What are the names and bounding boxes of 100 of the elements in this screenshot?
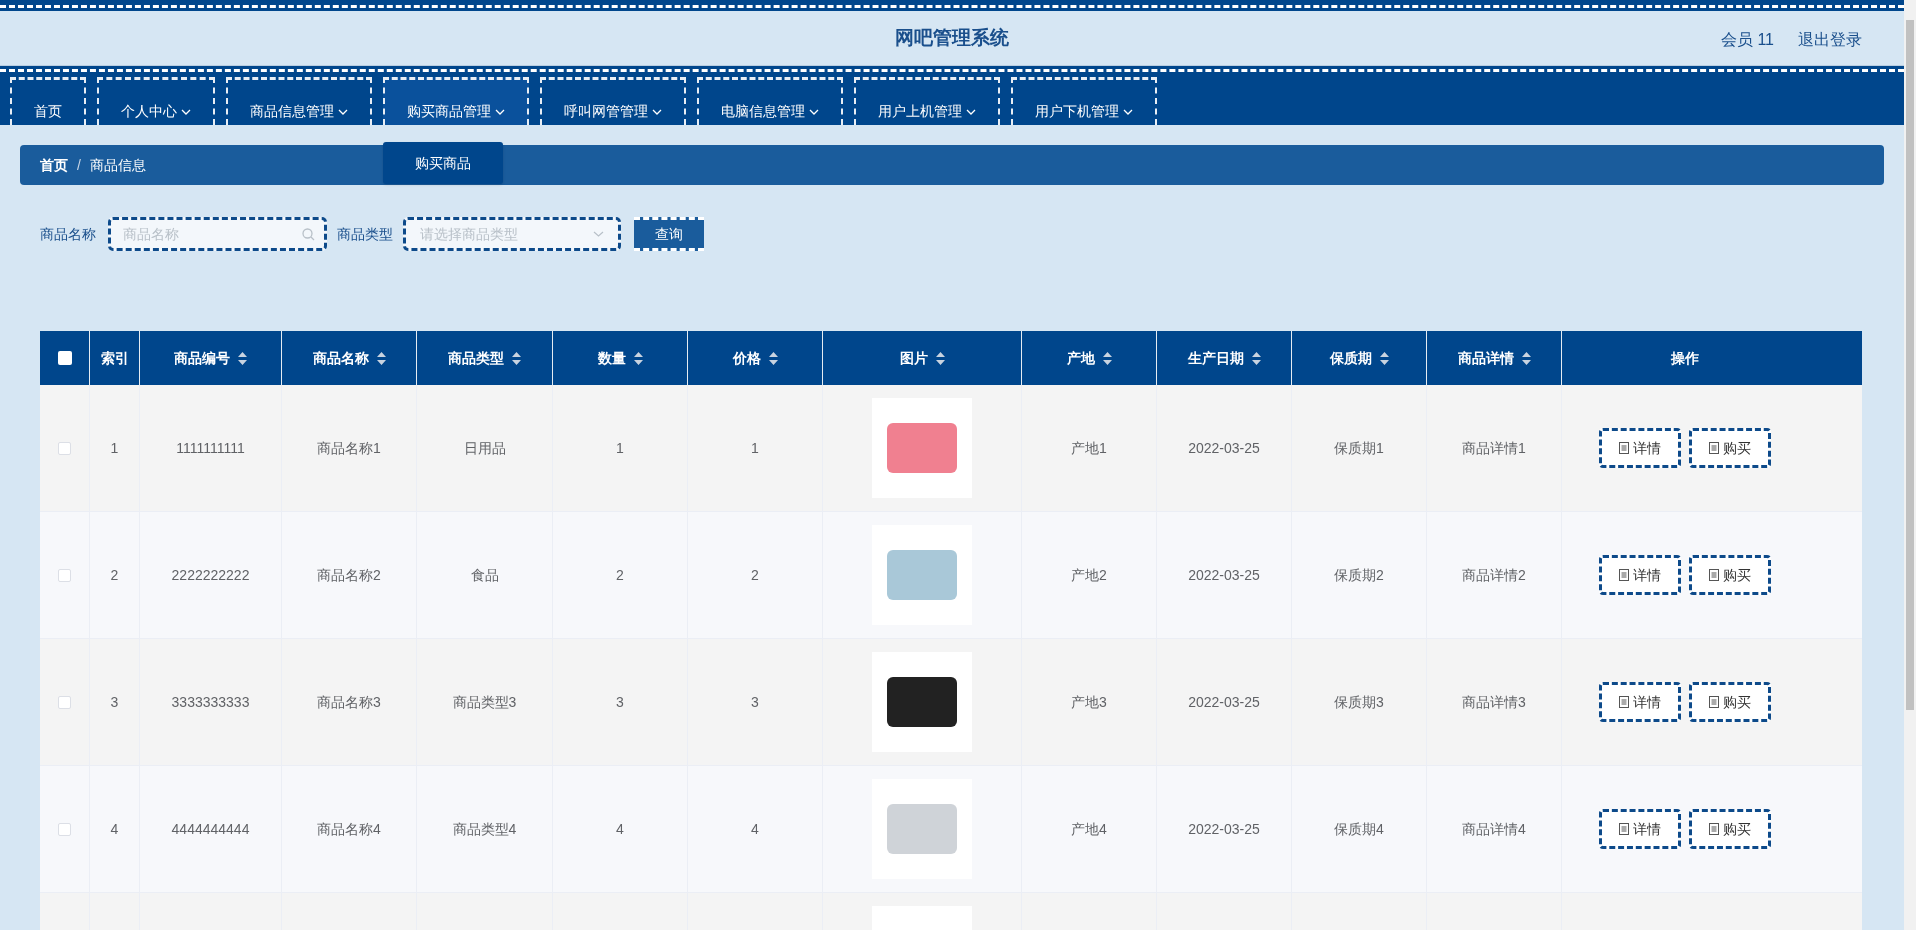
table-cell-text: 2022-03-25 [1188, 565, 1260, 585]
document-icon [1708, 823, 1719, 835]
nav-tab[interactable]: 个人中心 [97, 77, 215, 125]
row-checkbox[interactable] [58, 822, 71, 836]
search-icon [302, 228, 315, 241]
table-cell-text: 4444444444 [171, 819, 250, 839]
action-button[interactable]: 详情 [1598, 555, 1681, 595]
table-cell-text: 1111111111 [176, 438, 245, 458]
table-cell-text: 1 [751, 438, 759, 458]
table-cell-text: 2022-03-25 [1188, 692, 1260, 712]
document-icon [1618, 696, 1629, 708]
table-cell-text: 商品名称2 [317, 565, 381, 585]
table-cell-text: 商品详情2 [1462, 565, 1526, 585]
field-label: 商品类型 [337, 224, 393, 244]
action-button[interactable]: 详情 [1598, 428, 1681, 468]
table-cell-text: 商品类型4 [452, 819, 517, 839]
action-button[interactable]: 购买 [1688, 809, 1771, 849]
scrollbar[interactable] [1904, 0, 1916, 930]
document-icon [1708, 696, 1719, 708]
nav-tab[interactable]: 用户下机管理 [1011, 77, 1157, 125]
table-cell-text: 食品 [470, 565, 499, 585]
breadcrumb-link[interactable]: 商品信息 [89, 154, 146, 176]
table-cell-text: 2022-03-25 [1188, 819, 1260, 839]
table-cell-text: 1 [616, 438, 624, 458]
sort-icon [512, 351, 521, 365]
sort-icon [1102, 351, 1112, 365]
chevron-down-icon [338, 108, 348, 115]
row-checkbox[interactable] [58, 568, 71, 582]
table-cell-text: 日用品 [463, 438, 506, 458]
sort-icon [1521, 351, 1531, 365]
table-cell-text: 保质期1 [1334, 438, 1384, 458]
table-cell-text: 商品详情1 [1462, 438, 1526, 458]
table-cell-text: 2 [616, 565, 624, 585]
action-button[interactable]: 购买 [1688, 682, 1771, 722]
chevron-down-icon [593, 231, 604, 237]
table-cell-text: 3333333333 [171, 692, 250, 712]
table-cell-text: 商品详情4 [1462, 819, 1526, 839]
action-button[interactable]: 购买 [1688, 428, 1771, 468]
document-icon [1618, 823, 1629, 835]
document-icon [1618, 442, 1629, 454]
field-label: 商品名称 [40, 224, 96, 244]
column-header[interactable]: 生产日期 [1187, 347, 1244, 369]
query-button[interactable]: 查询 [634, 217, 704, 251]
table-cell-text: 商品类型3 [452, 692, 517, 712]
nav-tab[interactable]: 购买商品管理 [383, 77, 529, 125]
column-header[interactable]: 商品类型 [448, 347, 504, 369]
table-cell-text: 保质期4 [1334, 819, 1384, 839]
table-cell-text: 3 [751, 692, 759, 712]
row-checkbox[interactable] [58, 441, 71, 455]
column-header[interactable]: 数量 [597, 347, 626, 369]
chevron-down-icon [1123, 108, 1133, 115]
nav-tab[interactable]: 电脑信息管理 [697, 77, 843, 125]
sort-icon [935, 351, 945, 365]
column-header[interactable]: 商品详情 [1457, 347, 1514, 369]
table-cell-text: 4 [110, 819, 119, 839]
table-cell-text: 产地1 [1071, 438, 1107, 458]
action-button[interactable]: 详情 [1598, 809, 1681, 849]
table-cell-text: 商品名称4 [317, 819, 381, 839]
table-cell-text: 商品名称3 [317, 692, 381, 712]
chevron-down-icon [181, 108, 191, 115]
table-cell-text: 1 [110, 438, 119, 458]
column-header[interactable]: 产地 [1066, 347, 1095, 369]
app-title: 网吧管理系统 [895, 25, 1009, 50]
nav-tab[interactable]: 首页 [10, 77, 86, 125]
sort-icon [633, 351, 643, 365]
column-header[interactable]: 商品编号 [174, 347, 230, 369]
table-cell-text: 4 [751, 819, 759, 839]
table-cell-text: 2 [751, 565, 759, 585]
column-header[interactable]: 价格 [732, 347, 761, 369]
table-cell-text: 4 [616, 819, 624, 839]
row-checkbox[interactable] [58, 695, 71, 709]
search-field[interactable]: 商品名称 [108, 217, 327, 251]
sort-icon [1379, 351, 1389, 365]
action-button[interactable]: 购买 [1688, 555, 1771, 595]
chevron-down-icon [966, 108, 976, 115]
table-cell-text: 3 [616, 692, 624, 712]
table-cell-text: 3 [110, 692, 119, 712]
document-icon [1708, 569, 1719, 581]
breadcrumb-separator: / [77, 155, 81, 175]
column-header[interactable]: 操作 [1670, 347, 1699, 369]
sort-icon [238, 351, 247, 365]
dropdown-item[interactable]: 购买商品 [383, 142, 503, 184]
table-cell-text: 商品详情3 [1462, 692, 1526, 712]
column-header[interactable]: 保质期 [1329, 347, 1372, 369]
sort-icon [376, 351, 386, 365]
nav-tab[interactable]: 呼叫网管管理 [540, 77, 686, 125]
nav-tab[interactable]: 用户上机管理 [854, 77, 1000, 125]
nav-tab[interactable]: 商品信息管理 [226, 77, 372, 125]
logout-link[interactable]: 退出登录 [1798, 28, 1862, 52]
action-button[interactable]: 详情 [1598, 682, 1681, 722]
breadcrumb-link[interactable]: 首页 [40, 154, 68, 176]
table-cell-text: 保质期3 [1334, 692, 1384, 712]
select-all-checkbox[interactable] [57, 351, 72, 365]
chevron-down-icon [495, 108, 505, 115]
document-icon [1708, 442, 1719, 454]
column-header[interactable]: 图片 [899, 347, 928, 369]
sort-icon [768, 351, 778, 365]
column-header[interactable]: 商品名称 [312, 347, 369, 369]
column-header[interactable]: 索引 [100, 347, 129, 369]
table-cell-text: 保质期2 [1334, 565, 1384, 585]
